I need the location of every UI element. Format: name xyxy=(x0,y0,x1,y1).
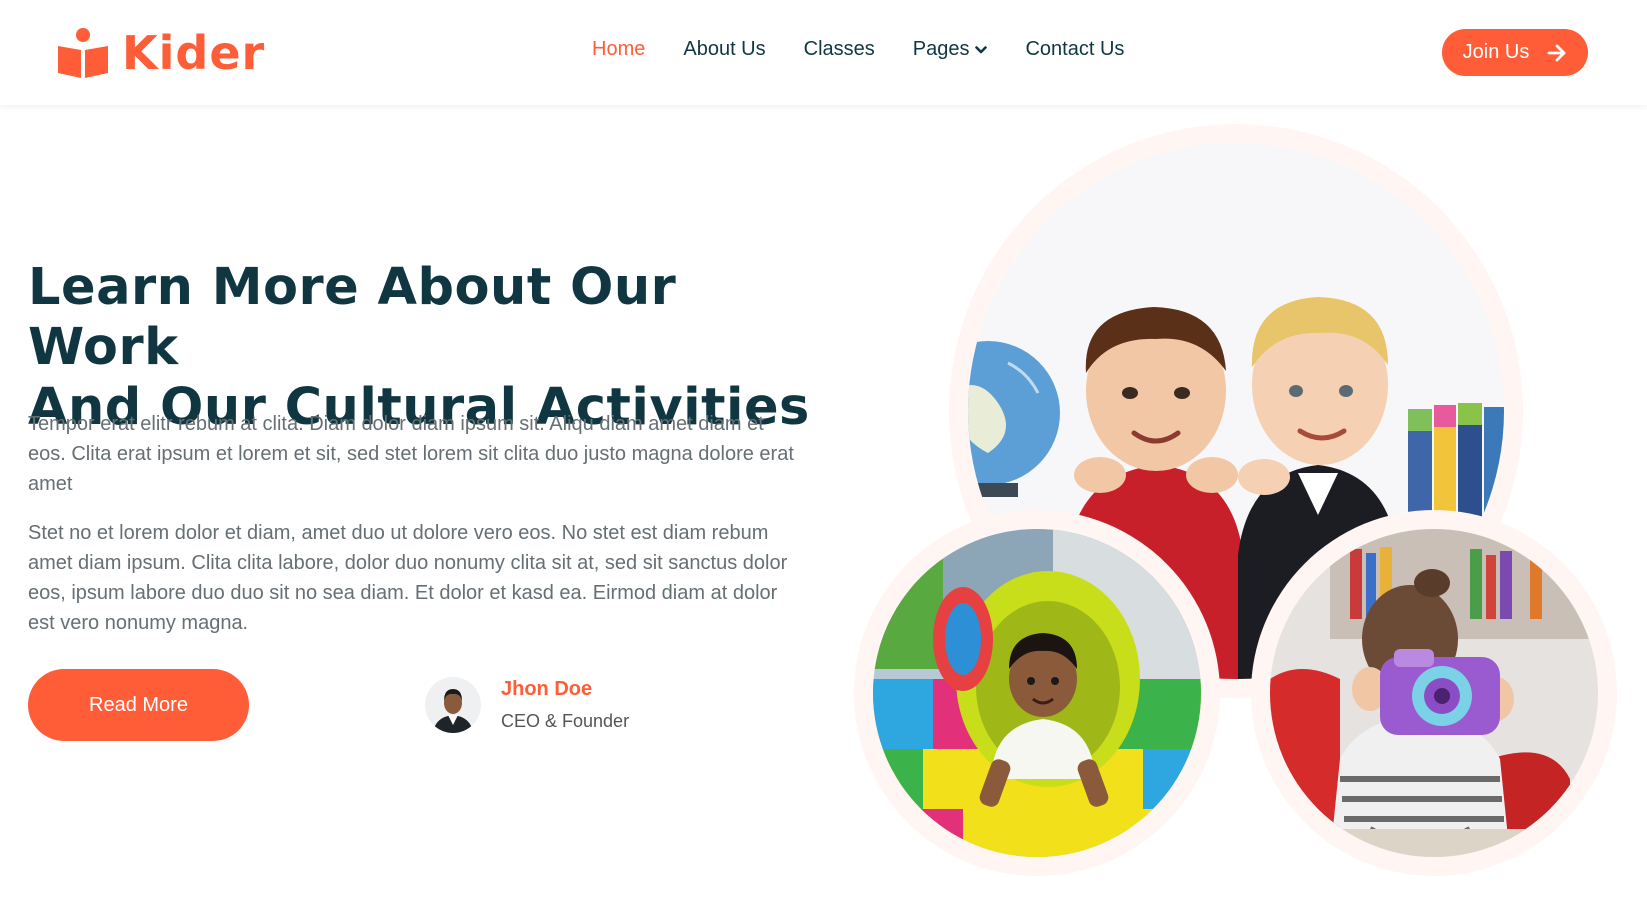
nav-pages-dropdown[interactable]: Pages xyxy=(913,38,988,61)
author-role: CEO & Founder xyxy=(501,711,630,731)
image-frame-left xyxy=(854,510,1220,876)
nav-classes-label: Classes xyxy=(803,38,875,60)
nav-about-us[interactable]: About Us xyxy=(683,38,765,61)
nav-pages-label: Pages xyxy=(912,38,970,60)
nav-home-label: Home xyxy=(592,38,646,60)
girl-camera-image xyxy=(1270,529,1598,857)
read-more-button[interactable]: Read More xyxy=(28,669,249,741)
nav-about-us-label: About Us xyxy=(683,38,766,60)
nav-contact-us[interactable]: Contact Us xyxy=(1025,38,1124,61)
avatar xyxy=(425,677,481,733)
brand-logo[interactable]: Kider xyxy=(56,25,265,81)
hero-title-line1: Learn More About Our Work xyxy=(28,258,677,377)
hero-paragraph-1: Tempor erat elitr rebum at clita. Diam d… xyxy=(28,413,794,495)
join-us-label: Join Us xyxy=(1462,41,1530,63)
author-name: Jhon Doe xyxy=(501,678,593,700)
author-card: Jhon Doe CEO & Founder xyxy=(425,677,629,733)
nav-home[interactable]: Home xyxy=(592,38,645,61)
book-reader-icon xyxy=(58,28,108,78)
join-us-button[interactable]: Join Us xyxy=(1442,29,1588,76)
navbar: Kider Home About Us Classes Pages Contac… xyxy=(0,0,1647,105)
chevron-down-icon xyxy=(975,45,988,53)
hero-paragraph-2: Stet no et lorem dolor et diam, amet duo… xyxy=(28,522,788,634)
image-frame-right xyxy=(1251,510,1617,876)
nav-classes[interactable]: Classes xyxy=(804,38,875,61)
nav-contact-us-label: Contact Us xyxy=(1025,38,1125,60)
main-nav: Home About Us Classes Pages Contact Us xyxy=(592,38,1162,61)
arrow-right-icon xyxy=(1547,44,1566,61)
toddler-tunnel-image xyxy=(873,529,1201,857)
brand-name: Kider xyxy=(122,26,266,80)
read-more-label: Read More xyxy=(89,693,188,716)
author-info: Jhon Doe CEO & Founder xyxy=(501,678,629,732)
